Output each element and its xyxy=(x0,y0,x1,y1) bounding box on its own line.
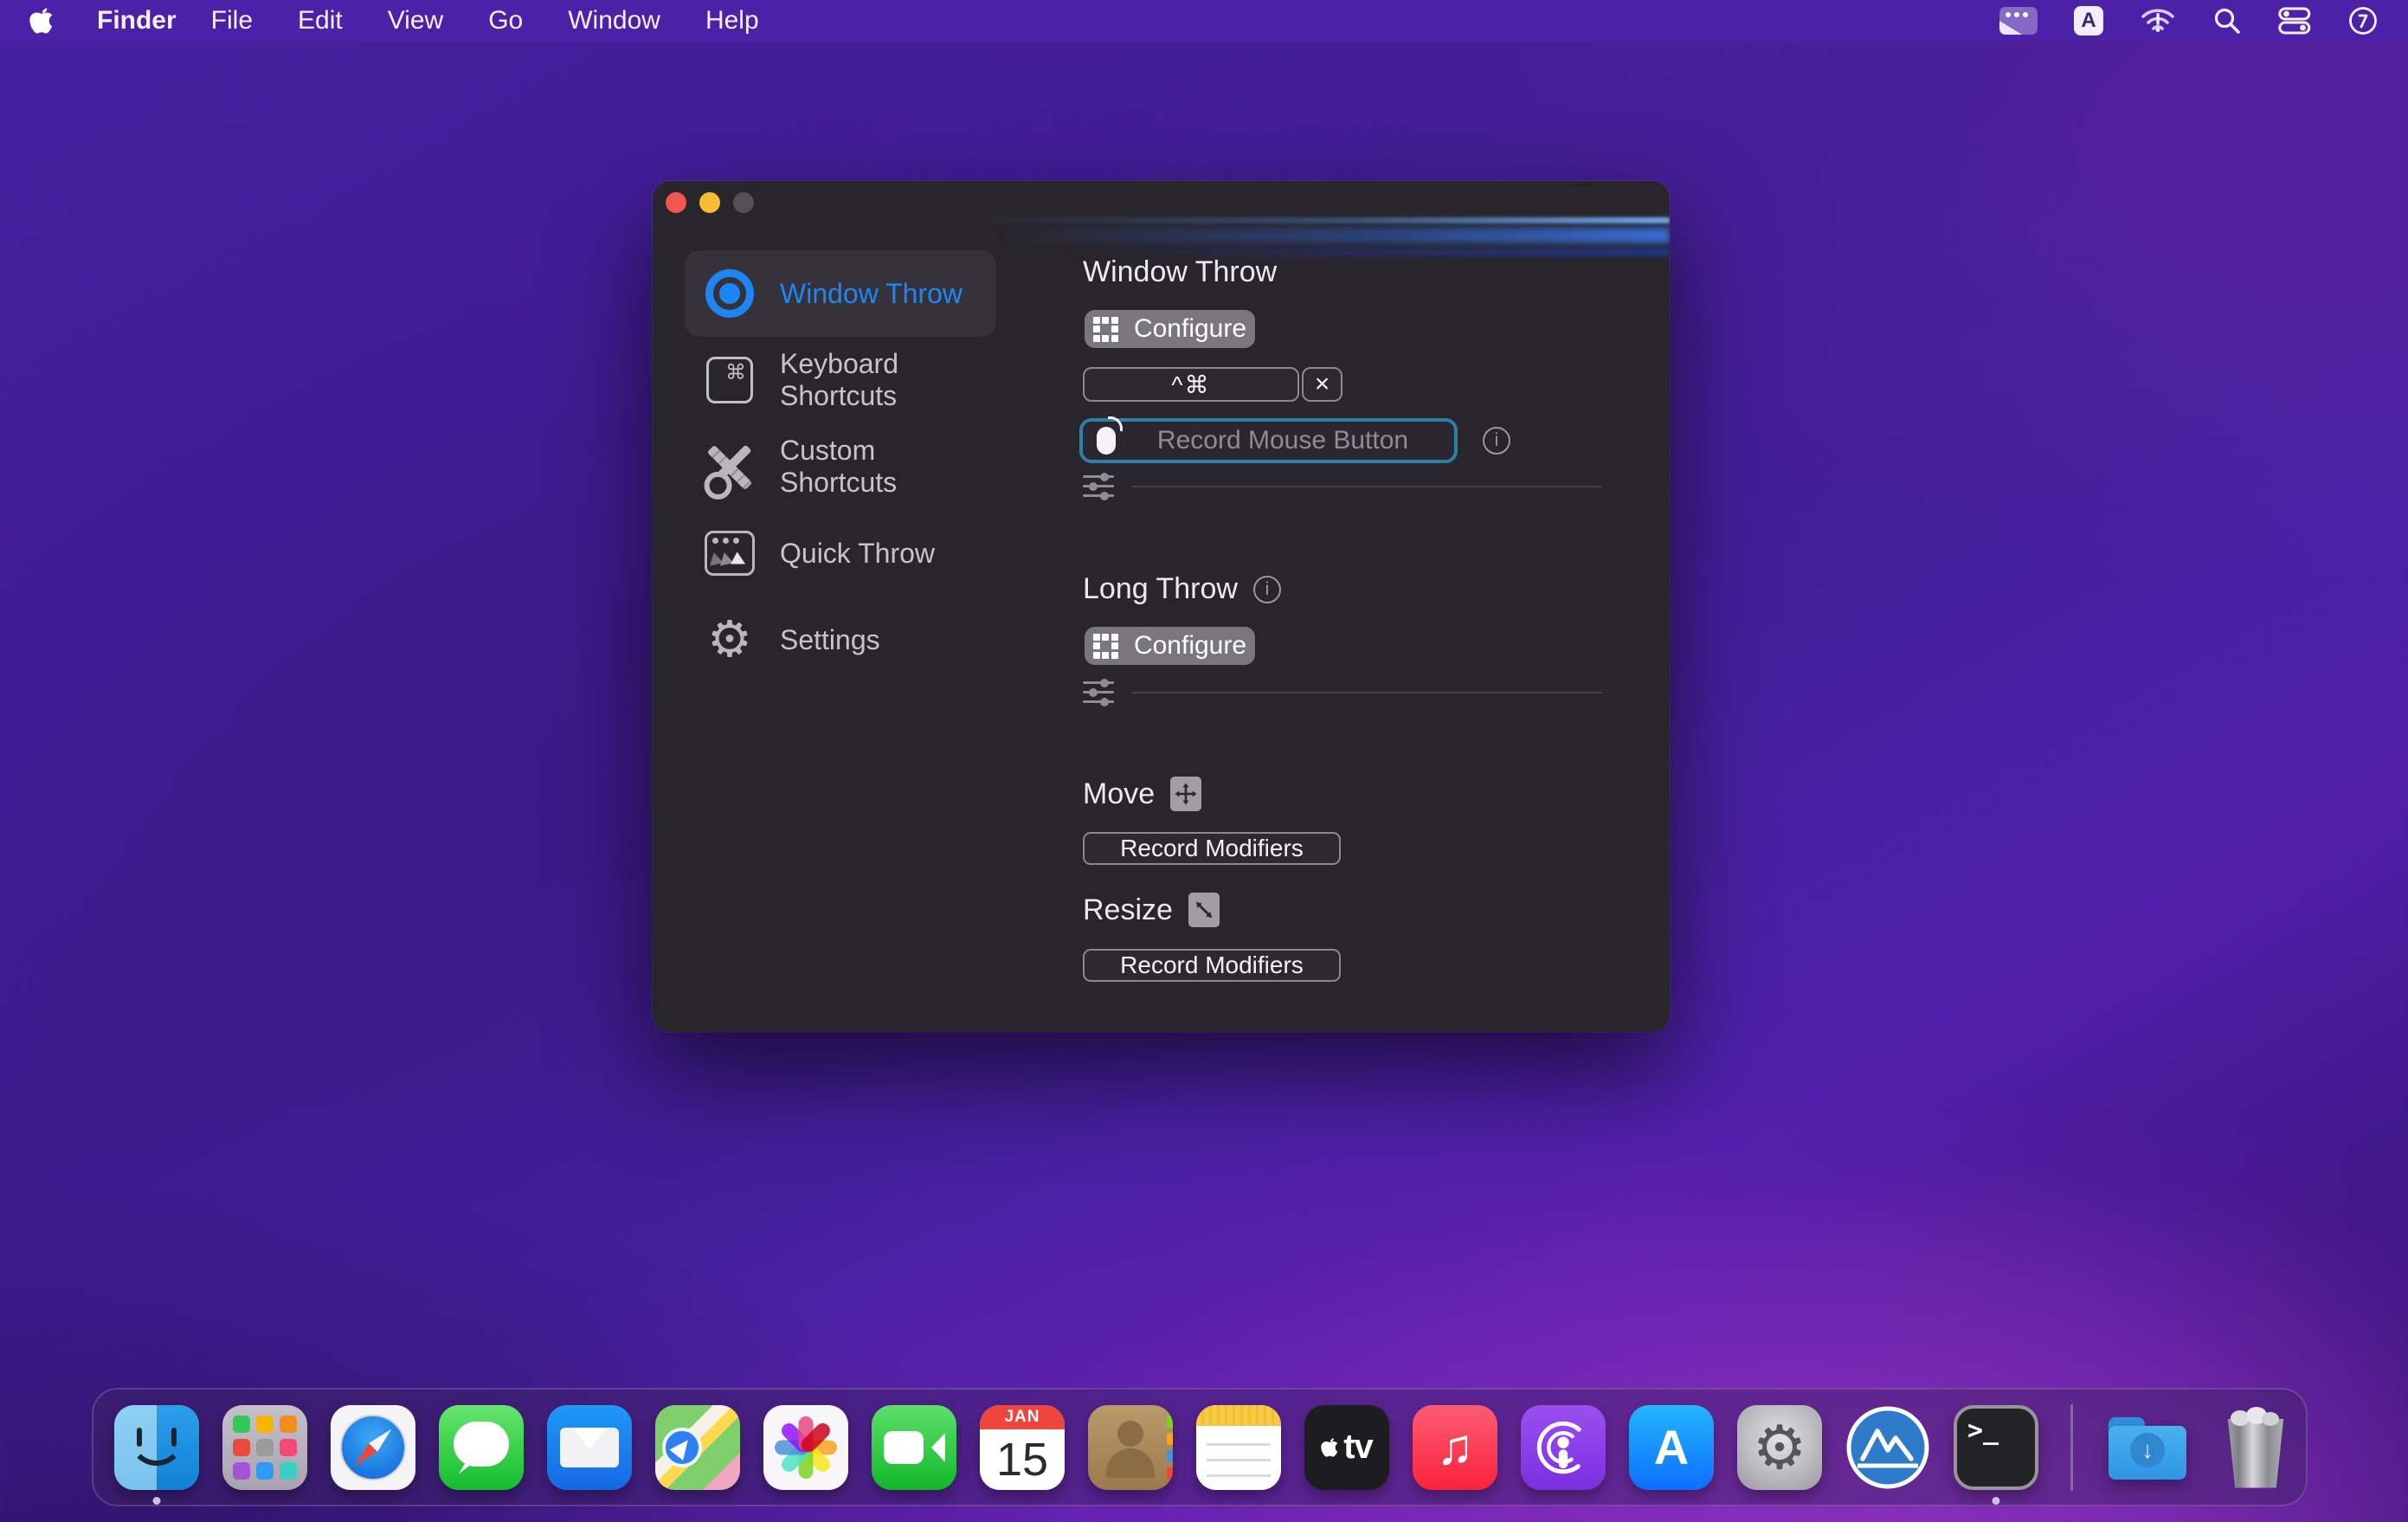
dock-maps-icon[interactable] xyxy=(655,1405,740,1490)
command-key-icon xyxy=(704,354,756,406)
calendar-day: 15 xyxy=(980,1429,1065,1490)
info-icon[interactable]: i xyxy=(1253,576,1281,603)
shortcut-value: ^⌘ xyxy=(1171,371,1210,399)
dock-launchpad-icon[interactable] xyxy=(222,1405,307,1490)
dock-system-preferences-icon[interactable]: ⚙ xyxy=(1737,1405,1822,1490)
dock-music-icon[interactable]: ♫ xyxy=(1413,1405,1497,1490)
menu-item-help[interactable]: Help xyxy=(705,6,759,35)
window-controls xyxy=(666,192,754,213)
sidebar-item-label: Keyboard Shortcuts xyxy=(780,348,996,412)
sidebar-item-custom-shortcuts[interactable]: Custom Shortcuts xyxy=(685,423,996,510)
mouse-icon xyxy=(1097,427,1116,455)
resize-title: Resize xyxy=(1083,893,1220,927)
move-title: Move xyxy=(1083,777,1201,811)
info-icon[interactable]: i xyxy=(1483,427,1510,455)
dock-finder-icon[interactable] xyxy=(114,1405,199,1490)
long-throw-title: Long Throw i xyxy=(1083,572,1281,606)
dock-terminal-icon[interactable]: >_ xyxy=(1954,1405,2038,1490)
apple-menu-icon[interactable] xyxy=(29,3,59,38)
dock-notes-icon[interactable] xyxy=(1196,1405,1281,1490)
divider xyxy=(1132,692,1602,693)
move-record-modifiers-button[interactable]: Record Modifiers xyxy=(1083,832,1341,865)
menu-item-window[interactable]: Window xyxy=(568,6,660,35)
long-throw-configure-button[interactable]: Configure xyxy=(1085,627,1255,665)
record-mouse-button-field[interactable] xyxy=(1079,418,1458,463)
advanced-options-icon[interactable] xyxy=(1083,678,1114,707)
menu-bar: Finder File Edit View Go Window Help A xyxy=(0,0,2408,42)
window-throw-configure-button[interactable]: Configure xyxy=(1085,310,1255,348)
dock-calendar-icon[interactable]: JAN 15 xyxy=(980,1405,1065,1490)
grid-icon xyxy=(1093,634,1118,659)
resize-record-modifiers-button[interactable]: Record Modifiers xyxy=(1083,949,1341,982)
dock: JAN 15 tv ♫ A ⚙ xyxy=(92,1388,2308,1506)
resize-icon xyxy=(1188,893,1220,927)
ruler-wrench-icon xyxy=(704,441,756,493)
advanced-options-icon[interactable] xyxy=(1083,472,1114,501)
dock-podcasts-icon[interactable] xyxy=(1521,1405,1606,1490)
input-source-icon[interactable]: A xyxy=(2074,6,2103,35)
dock-messages-icon[interactable] xyxy=(439,1405,524,1490)
main-content: Window Throw Configure ^⌘ × i Long Throw… xyxy=(1083,181,1670,1032)
dock-app-store-icon[interactable]: A xyxy=(1629,1405,1714,1490)
clear-shortcut-button[interactable]: × xyxy=(1302,367,1342,402)
search-icon[interactable] xyxy=(2212,6,2242,35)
dock-safari-icon[interactable] xyxy=(331,1405,415,1490)
sidebar-item-label: Settings xyxy=(780,624,880,656)
gear-icon: ⚙ xyxy=(704,614,756,666)
dock-mosaic-icon[interactable] xyxy=(1845,1405,1930,1490)
window-throw-title: Window Throw xyxy=(1083,255,1277,289)
wifi-alert-icon[interactable] xyxy=(2140,6,2176,35)
dock-separator xyxy=(2070,1404,2073,1491)
dock-downloads-icon[interactable]: ↓ xyxy=(2105,1405,2190,1490)
menu-item-view[interactable]: View xyxy=(388,6,443,35)
dock-photos-icon[interactable] xyxy=(763,1405,848,1490)
grid-icon xyxy=(1093,317,1118,342)
menu-item-file[interactable]: File xyxy=(211,6,253,35)
menu-app-name[interactable]: Finder xyxy=(97,6,177,35)
dock-trash-icon[interactable] xyxy=(2213,1405,2298,1490)
close-button[interactable] xyxy=(666,192,686,213)
dock-contacts-icon[interactable] xyxy=(1088,1405,1173,1490)
dock-mail-icon[interactable] xyxy=(547,1405,632,1490)
sidebar-item-settings[interactable]: ⚙ Settings xyxy=(685,597,996,683)
app-window: Window Throw Keyboard Shortcuts Custom S… xyxy=(653,181,1670,1032)
menu-item-edit[interactable]: Edit xyxy=(298,6,343,35)
clock-icon[interactable] xyxy=(2347,5,2379,36)
calendar-month: JAN xyxy=(980,1405,1065,1429)
keyboard-shortcut-field[interactable]: ^⌘ xyxy=(1083,367,1299,402)
cursors-window-icon xyxy=(704,527,756,579)
zoom-button-disabled xyxy=(733,192,754,213)
desktop: { "menu_bar": { "app_name": "Finder", "i… xyxy=(0,0,2408,1522)
sidebar-item-window-throw[interactable]: Window Throw xyxy=(685,250,996,337)
sidebar-item-label: Quick Throw xyxy=(780,538,935,570)
close-icon: × xyxy=(1315,370,1330,399)
sidebar-item-label: Window Throw xyxy=(780,278,963,310)
sidebar: Window Throw Keyboard Shortcuts Custom S… xyxy=(685,250,996,683)
target-circle-icon xyxy=(704,268,756,319)
dock-facetime-icon[interactable] xyxy=(872,1405,956,1490)
keyboard-window-icon[interactable] xyxy=(1999,7,2038,35)
control-center-icon[interactable] xyxy=(2278,7,2311,35)
menu-item-go[interactable]: Go xyxy=(488,6,523,35)
sidebar-item-label: Custom Shortcuts xyxy=(780,435,996,499)
move-icon xyxy=(1170,777,1201,811)
divider xyxy=(1132,486,1602,487)
sidebar-item-quick-throw[interactable]: Quick Throw xyxy=(685,510,996,597)
minimize-button[interactable] xyxy=(699,192,720,213)
dock-tv-icon[interactable]: tv xyxy=(1304,1405,1389,1490)
sidebar-item-keyboard-shortcuts[interactable]: Keyboard Shortcuts xyxy=(685,337,996,423)
record-mouse-input[interactable] xyxy=(1116,426,1476,455)
